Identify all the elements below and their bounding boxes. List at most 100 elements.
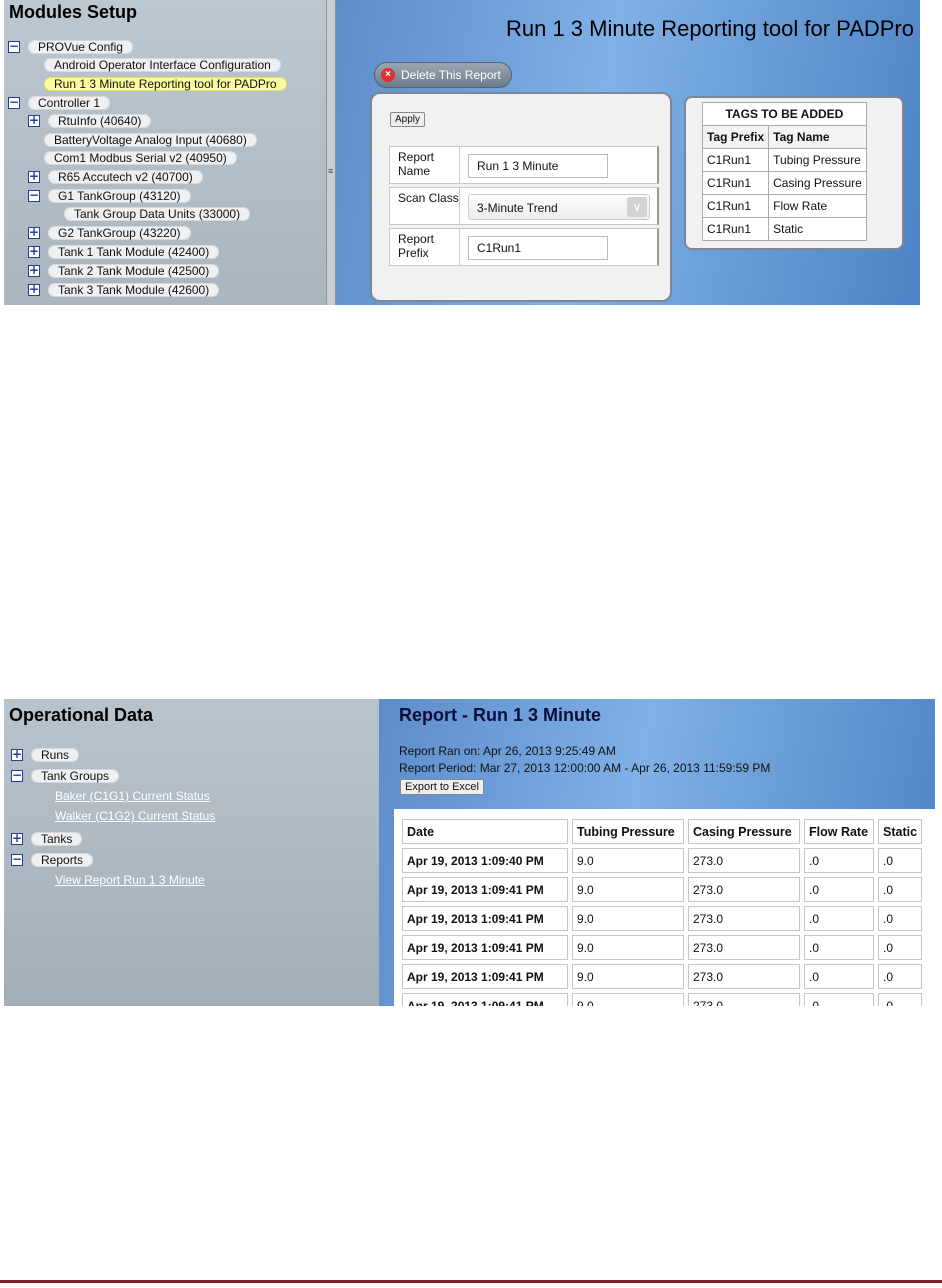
tree-node-com1-modbus[interactable]: Com1 Modbus Serial v2 (40950) — [44, 150, 237, 166]
tags-to-be-added-panel: TAGS TO BE ADDED Tag Prefix Tag Name C1R… — [684, 96, 904, 250]
tag-prefix-cell: C1Run1 — [701, 194, 770, 218]
table-row: C1Run1 Flow Rate — [701, 194, 867, 218]
tree-node-provue-config[interactable]: − PROVue Config — [8, 39, 133, 55]
report-name-row: Report Name Run 1 3 Minute — [389, 146, 659, 184]
tree-node-label[interactable]: R65 Accutech v2 (40700) — [48, 170, 203, 184]
table-row: C1Run1 Casing Pressure — [701, 171, 867, 195]
module-config-panel: Run 1 3 Minute Reporting tool for PADPro… — [336, 0, 920, 305]
tree-node-tank-3[interactable]: + Tank 3 Tank Module (42600) — [28, 282, 220, 298]
date-cell: Apr 19, 2013 1:09:40 PM — [402, 848, 568, 873]
static-cell: .0 — [878, 848, 923, 873]
expand-icon[interactable]: + — [11, 832, 23, 845]
tree-node-g1-tankgroup[interactable]: − G1 TankGroup (43120) — [28, 188, 191, 204]
nav-item-tank-groups[interactable]: − Tank Groups — [11, 768, 120, 784]
tubing-pressure-cell: 9.0 — [572, 993, 684, 1006]
collapse-icon[interactable]: − — [8, 40, 20, 53]
nav-item-runs[interactable]: + Runs — [11, 747, 80, 763]
scan-class-row: Scan Class 3-Minute Trend ∨ — [389, 187, 659, 225]
tree-node-label[interactable]: Android Operator Interface Configuration — [44, 58, 281, 72]
expand-icon[interactable]: + — [11, 748, 23, 761]
splitter-grip-icon[interactable]: ≡ — [328, 166, 333, 176]
tree-node-label[interactable]: G2 TankGroup (43220) — [48, 226, 191, 240]
baker-status-link[interactable]: Baker (C1G1) Current Status — [55, 789, 210, 803]
tree-node-controller-1[interactable]: − Controller 1 — [8, 95, 111, 111]
tree-node-label[interactable]: RtuInfo (40640) — [48, 114, 152, 128]
scan-class-label: Scan Class — [390, 188, 460, 224]
view-report-link[interactable]: View Report Run 1 3 Minute — [55, 873, 205, 887]
casing-pressure-cell: 273.0 — [688, 906, 800, 931]
report-prefix-row: Report Prefix C1Run1 — [389, 228, 659, 266]
walker-status-link[interactable]: Walker (C1G2) Current Status — [55, 809, 215, 823]
tubing-pressure-cell: 9.0 — [572, 877, 684, 902]
collapse-icon[interactable]: − — [8, 96, 20, 109]
chevron-down-icon[interactable]: ∨ — [627, 197, 647, 217]
operational-nav-panel: Operational Data + Runs − Tank Groups Ba… — [4, 699, 379, 1006]
tree-node-run1-reporting-tool[interactable]: Run 1 3 Minute Reporting tool for PADPro — [44, 76, 287, 92]
collapse-icon[interactable]: − — [11, 853, 23, 866]
expand-icon[interactable]: + — [28, 114, 40, 127]
panel-splitter[interactable]: ≡ — [326, 0, 336, 305]
tags-header-name: Tag Name — [768, 125, 867, 149]
tree-node-label[interactable]: BatteryVoltage Analog Input (40680) — [44, 133, 257, 147]
column-header-casing-pressure: Casing Pressure — [688, 819, 800, 844]
expand-icon[interactable]: + — [28, 264, 40, 277]
export-to-excel-button[interactable]: Export to Excel — [400, 779, 484, 795]
tree-node-label[interactable]: Tank 1 Tank Module (42400) — [48, 245, 220, 259]
tags-table-caption: TAGS TO BE ADDED — [702, 102, 867, 126]
tree-node-tank-2[interactable]: + Tank 2 Tank Module (42500) — [28, 263, 220, 279]
tree-node-label[interactable]: Tank 2 Tank Module (42500) — [48, 264, 220, 278]
tag-name-cell: Tubing Pressure — [768, 148, 867, 172]
tree-node-tank-1[interactable]: + Tank 1 Tank Module (42400) — [28, 244, 220, 260]
tree-node-battery-voltage[interactable]: BatteryVoltage Analog Input (40680) — [44, 132, 257, 148]
nav-item-tanks[interactable]: + Tanks — [11, 831, 83, 847]
tree-node-rtuinfo[interactable]: + RtuInfo (40640) — [28, 113, 152, 129]
nav-item-label[interactable]: Runs — [31, 748, 80, 762]
delete-icon: × — [381, 68, 395, 82]
report-prefix-label: Report Prefix — [390, 229, 460, 265]
tree-node-label[interactable]: PROVue Config — [28, 40, 133, 54]
nav-item-label[interactable]: Tank Groups — [31, 769, 120, 783]
table-header-row: Date Tubing Pressure Casing Pressure Flo… — [402, 819, 923, 844]
report-prefix-input[interactable]: C1Run1 — [468, 236, 608, 260]
casing-pressure-cell: 273.0 — [688, 935, 800, 960]
tree-node-r65-accutech[interactable]: + R65 Accutech v2 (40700) — [28, 169, 203, 185]
casing-pressure-cell: 273.0 — [688, 964, 800, 989]
tree-node-label[interactable]: Tank 3 Tank Module (42600) — [48, 283, 220, 297]
nav-item-label[interactable]: Reports — [31, 853, 94, 867]
date-cell: Apr 19, 2013 1:09:41 PM — [402, 877, 568, 902]
tree-node-tank-group-data-units[interactable]: Tank Group Data Units (33000) — [64, 206, 251, 222]
tag-prefix-cell: C1Run1 — [701, 148, 770, 172]
table-row: Apr 19, 2013 1:09:41 PM 9.0 273.0 .0 .0 — [402, 935, 923, 960]
expand-icon[interactable]: + — [28, 226, 40, 239]
tubing-pressure-cell: 9.0 — [572, 906, 684, 931]
column-header-date: Date — [402, 819, 568, 844]
static-cell: .0 — [878, 993, 923, 1006]
expand-icon[interactable]: + — [28, 283, 40, 296]
collapse-icon[interactable]: − — [11, 769, 23, 782]
apply-button[interactable]: Apply — [390, 112, 426, 127]
tree-node-android-config[interactable]: Android Operator Interface Configuration — [44, 57, 281, 73]
report-name-input[interactable]: Run 1 3 Minute — [468, 154, 608, 178]
column-header-static: Static — [878, 819, 923, 844]
tree-node-label[interactable]: G1 TankGroup (43120) — [48, 189, 191, 203]
scan-class-select[interactable]: 3-Minute Trend ∨ — [468, 194, 650, 220]
tree-node-label[interactable]: Run 1 3 Minute Reporting tool for PADPro — [44, 77, 287, 91]
collapse-icon[interactable]: − — [28, 189, 40, 202]
tree-node-label[interactable]: Com1 Modbus Serial v2 (40950) — [44, 151, 237, 165]
document-page: Modules Setup − PROVue Config Android Op… — [0, 0, 942, 1288]
static-cell: .0 — [878, 877, 923, 902]
tree-node-label[interactable]: Controller 1 — [28, 96, 111, 110]
expand-icon[interactable]: + — [28, 245, 40, 258]
tree-node-label[interactable]: Tank Group Data Units (33000) — [64, 207, 251, 221]
operational-data-screenshot: Operational Data + Runs − Tank Groups Ba… — [4, 699, 935, 1006]
tree-node-g2-tankgroup[interactable]: + G2 TankGroup (43220) — [28, 225, 191, 241]
report-ran-on: Report Ran on: Apr 26, 2013 9:25:49 AM — [399, 744, 616, 758]
nav-item-label[interactable]: Tanks — [31, 832, 83, 846]
tag-name-cell: Static — [768, 217, 867, 241]
table-row: C1Run1 Static — [701, 217, 867, 241]
report-panel: Report - Run 1 3 Minute Report Ran on: A… — [379, 699, 935, 1006]
expand-icon[interactable]: + — [28, 170, 40, 183]
delete-report-button[interactable]: × Delete This Report — [374, 62, 512, 88]
nav-item-reports[interactable]: − Reports — [11, 852, 94, 868]
report-table-container[interactable]: Date Tubing Pressure Casing Pressure Flo… — [394, 809, 935, 1006]
